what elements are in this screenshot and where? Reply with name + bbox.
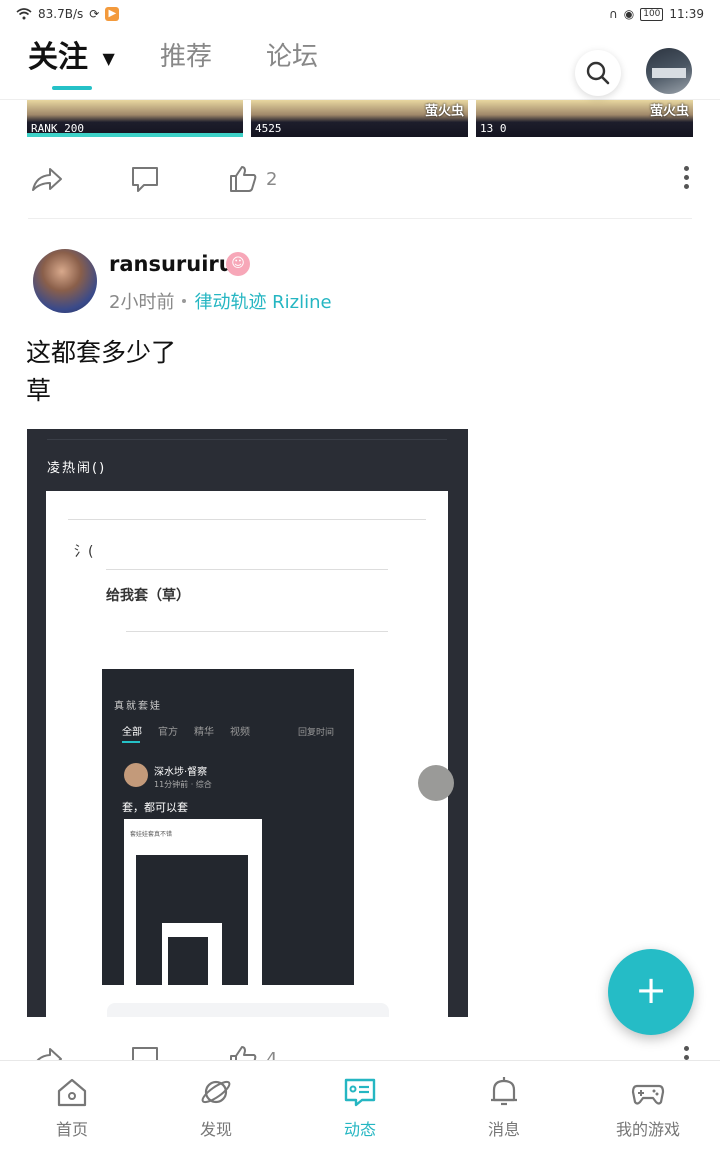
nested-image-3 (162, 923, 222, 985)
active-tab-indicator (52, 86, 92, 90)
nested-body: 套，都可以套 (122, 801, 188, 814)
image-bottom-card (107, 1003, 389, 1017)
nested-username: 深水埗·督察 (154, 767, 208, 778)
card-text: 给我套（草） (106, 588, 190, 604)
nested-tab-indicator (122, 741, 140, 743)
nav-messages[interactable]: 消息 (432, 1061, 576, 1152)
nested-caption: 套娃娃套真不错 (130, 831, 173, 838)
share-icon (32, 168, 62, 191)
nav-feed-label: 动态 (343, 1119, 376, 1139)
user-avatar[interactable] (646, 48, 692, 94)
prev-post-thumbnail-2[interactable]: 萤火虫 4525 (251, 100, 468, 137)
nav-my-games[interactable]: 我的游戏 (576, 1061, 720, 1152)
planet-icon (201, 1080, 231, 1103)
image-side-avatar (418, 765, 454, 801)
nav-feed[interactable]: 动态 (288, 1061, 432, 1152)
nested-tab: 视频 (230, 727, 250, 738)
search-icon (586, 61, 610, 85)
like-count: 2 (266, 168, 278, 190)
tab-recommended[interactable]: 推荐 (160, 36, 212, 73)
battery-icon: 100 (640, 7, 664, 21)
status-right: ∩ ◉ 100 11:39 (609, 7, 704, 21)
like-button[interactable]: 2 (228, 164, 277, 194)
nested-image-4 (168, 937, 208, 985)
thumbs-up-icon (230, 166, 257, 192)
nav-discover-label: 发现 (199, 1119, 232, 1139)
card-text: 氵( (74, 544, 94, 560)
post-text-line: 这都套多少了 (26, 338, 177, 367)
thumbnail-caption: 13 0 (480, 122, 507, 135)
nested-screenshot: 真就套娃 全部 官方 精华 视频 回复时间 深水埗·督察 11分钟前 · 综合 … (102, 669, 354, 985)
app-notification-icon: ▶ (105, 7, 120, 21)
nested-meta: 11分钟前 · 综合 (154, 780, 212, 789)
prev-post-thumbnail-1[interactable]: RANK 200 (27, 100, 243, 137)
nested-sort: 回复时间 (297, 728, 334, 738)
plus-icon: + (635, 968, 667, 1012)
status-bar: 83.7B/s ⟳ ▶ ∩ ◉ 100 11:39 (0, 0, 720, 28)
nav-my-games-label: 我的游戏 (615, 1119, 680, 1139)
forum-link[interactable]: 律动轨迹 Rizline (194, 288, 331, 314)
thumbnail-caption: 4525 (255, 122, 282, 135)
card-line (68, 519, 426, 520)
nav-discover[interactable]: 发现 (144, 1061, 288, 1152)
nested-image-2 (136, 855, 248, 985)
nested-avatar (124, 763, 148, 787)
bell-icon (491, 1076, 517, 1105)
search-button[interactable] (575, 50, 621, 96)
post-meta: 2小时前 律动轨迹 Rizline (109, 288, 332, 314)
image-header-text: 凌热闹() (47, 461, 107, 476)
author-username[interactable]: ransuruiru (109, 252, 234, 276)
image-divider (47, 439, 447, 440)
create-post-button[interactable]: + (608, 949, 694, 1035)
wifi-icon (16, 8, 32, 20)
comment-icon (132, 167, 158, 192)
top-nav: 关注 ▼ 推荐 论坛 (0, 28, 720, 100)
gamepad-icon (631, 1084, 665, 1105)
comment-button[interactable] (130, 164, 160, 194)
nested-tab: 官方 (158, 727, 178, 738)
nav-messages-label: 消息 (487, 1119, 520, 1139)
clock: 11:39 (669, 7, 704, 21)
thumbnail-label: 萤火虫 (649, 104, 689, 119)
feed-icon (344, 1078, 376, 1106)
prev-post-thumbnail-3[interactable]: 萤火虫 13 0 (476, 100, 693, 137)
post-divider (28, 218, 692, 219)
post-body: 这都套多少了 草 (26, 334, 176, 410)
meta-separator (182, 299, 187, 303)
headset-icon: ∩ (608, 7, 618, 21)
prev-post-actions: 2 (0, 154, 720, 204)
card-line (126, 631, 388, 632)
author-avatar[interactable] (33, 249, 97, 313)
post-time: 2小时前 (109, 292, 175, 313)
thumbnail-label: 萤火虫 (424, 104, 464, 119)
nav-home-label: 首页 (55, 1119, 88, 1139)
nested-tab: 全部 (122, 727, 142, 738)
card-line (106, 569, 388, 570)
nested-image-1: 套娃娃套真不错 (124, 819, 262, 985)
nested-title: 真就套娃 (114, 701, 162, 712)
caret-down-icon: ▼ (102, 49, 115, 68)
eye-icon: ◉ (623, 7, 635, 21)
author-badge-icon: ☺ (226, 252, 250, 276)
sync-icon: ⟳ (89, 7, 100, 21)
more-options-button[interactable] (684, 166, 690, 189)
home-icon (57, 1078, 87, 1106)
post-text-line: 草 (26, 376, 52, 405)
thumbnail-strip (27, 133, 243, 137)
nested-tab: 精华 (194, 727, 214, 738)
tab-following-label: 关注 (28, 40, 88, 75)
nested-tabs: 全部 官方 精华 视频 (122, 723, 250, 738)
tab-following[interactable]: 关注 ▼ (28, 32, 115, 76)
status-left: 83.7B/s ⟳ ▶ (16, 7, 120, 21)
share-button[interactable] (30, 164, 64, 194)
post-image[interactable]: 凌热闹() 氵( 给我套（草） 真就套娃 全部 官方 精华 视频 回复时间 深水… (27, 429, 468, 1017)
net-speed: 83.7B/s (38, 7, 84, 21)
bottom-nav: 首页 发现 动态 消息 我的游戏 (0, 1060, 720, 1152)
nav-home[interactable]: 首页 (0, 1061, 144, 1152)
tab-forum[interactable]: 论坛 (266, 36, 318, 73)
